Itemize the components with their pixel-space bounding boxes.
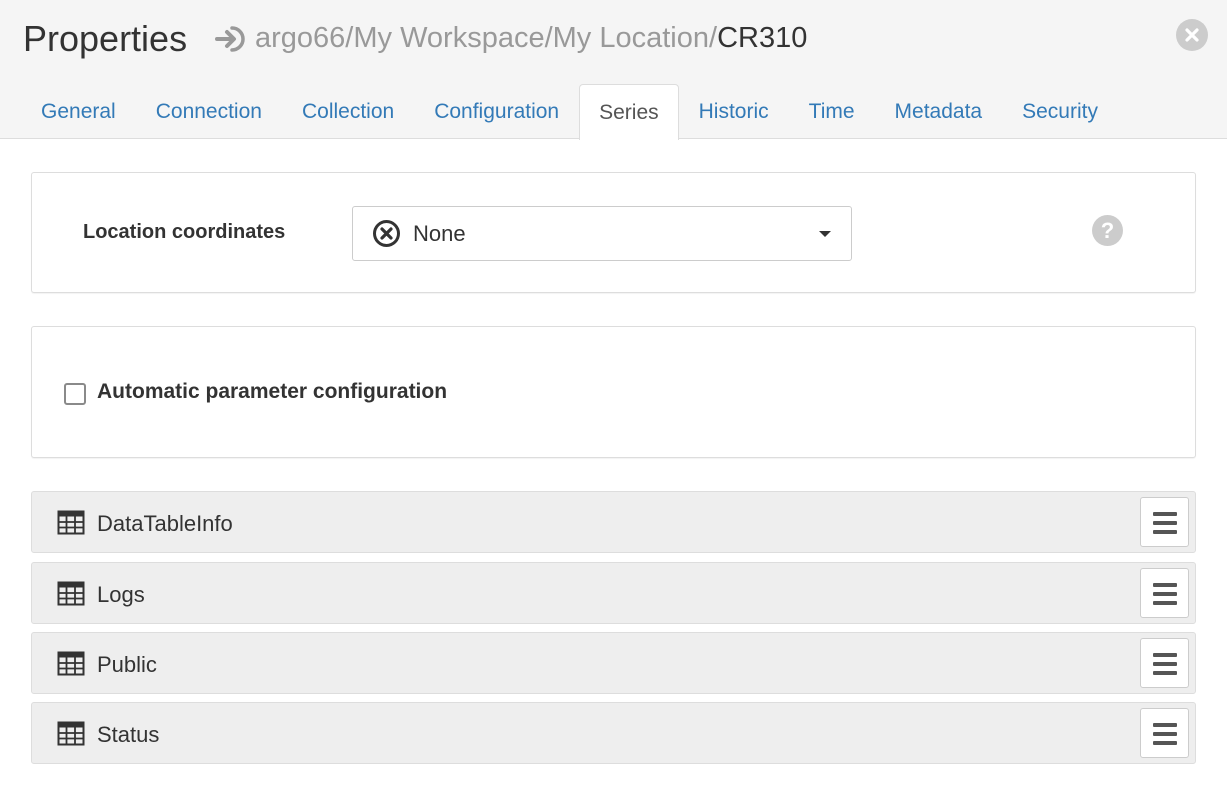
page-title: Properties xyxy=(23,18,188,59)
tab-series[interactable]: Series xyxy=(579,84,679,140)
series-name: Public xyxy=(97,652,157,677)
properties-tabs: General Connection Collection Configurat… xyxy=(21,84,1118,140)
table-icon xyxy=(57,510,85,535)
table-icon xyxy=(57,721,85,746)
series-menu-button[interactable] xyxy=(1140,497,1189,547)
series-menu-button[interactable] xyxy=(1140,638,1189,688)
auto-config-panel: Automatic parameter configuration xyxy=(31,326,1196,458)
location-coordinates-select[interactable]: None xyxy=(352,206,852,261)
table-icon xyxy=(57,651,85,676)
tab-configuration[interactable]: Configuration xyxy=(414,84,579,139)
breadcrumb-path[interactable]: argo66/My Workspace/My Location/ xyxy=(255,22,717,55)
location-coordinates-value: None xyxy=(413,221,466,246)
series-name: DataTableInfo xyxy=(97,511,233,536)
tab-time[interactable]: Time xyxy=(789,84,875,139)
breadcrumb: argo66/My Workspace/My Location/CR310 xyxy=(214,22,807,55)
chevron-down-icon xyxy=(819,231,831,237)
table-icon xyxy=(57,581,85,606)
auto-config-checkbox[interactable] xyxy=(64,383,86,405)
series-row-status[interactable]: Status xyxy=(31,702,1196,764)
location-coordinates-label: Location coordinates xyxy=(83,221,286,243)
tab-collection[interactable]: Collection xyxy=(282,84,414,139)
tab-security[interactable]: Security xyxy=(1002,84,1118,139)
header-bar: Properties argo66/My Workspace/My Locati… xyxy=(0,0,1227,140)
series-menu-button[interactable] xyxy=(1140,568,1189,618)
close-icon[interactable] xyxy=(1176,19,1208,51)
series-name: Logs xyxy=(97,582,145,607)
sign-in-arrow-icon xyxy=(214,22,247,55)
tab-connection[interactable]: Connection xyxy=(136,84,282,139)
auto-config-label[interactable]: Automatic parameter configuration xyxy=(97,380,447,404)
tab-metadata[interactable]: Metadata xyxy=(875,84,1003,139)
series-menu-button[interactable] xyxy=(1140,708,1189,758)
x-circle-icon xyxy=(372,219,401,248)
series-row-public[interactable]: Public xyxy=(31,632,1196,694)
question-circle-icon[interactable]: ? xyxy=(1092,215,1123,246)
location-coordinates-panel: Location coordinates None ? xyxy=(31,172,1196,293)
tab-historic[interactable]: Historic xyxy=(679,84,789,139)
series-row-datatableinfo[interactable]: DataTableInfo xyxy=(31,491,1196,553)
series-name: Status xyxy=(97,722,160,747)
tab-general[interactable]: General xyxy=(21,84,136,139)
series-row-logs[interactable]: Logs xyxy=(31,562,1196,624)
breadcrumb-current: CR310 xyxy=(717,22,808,54)
